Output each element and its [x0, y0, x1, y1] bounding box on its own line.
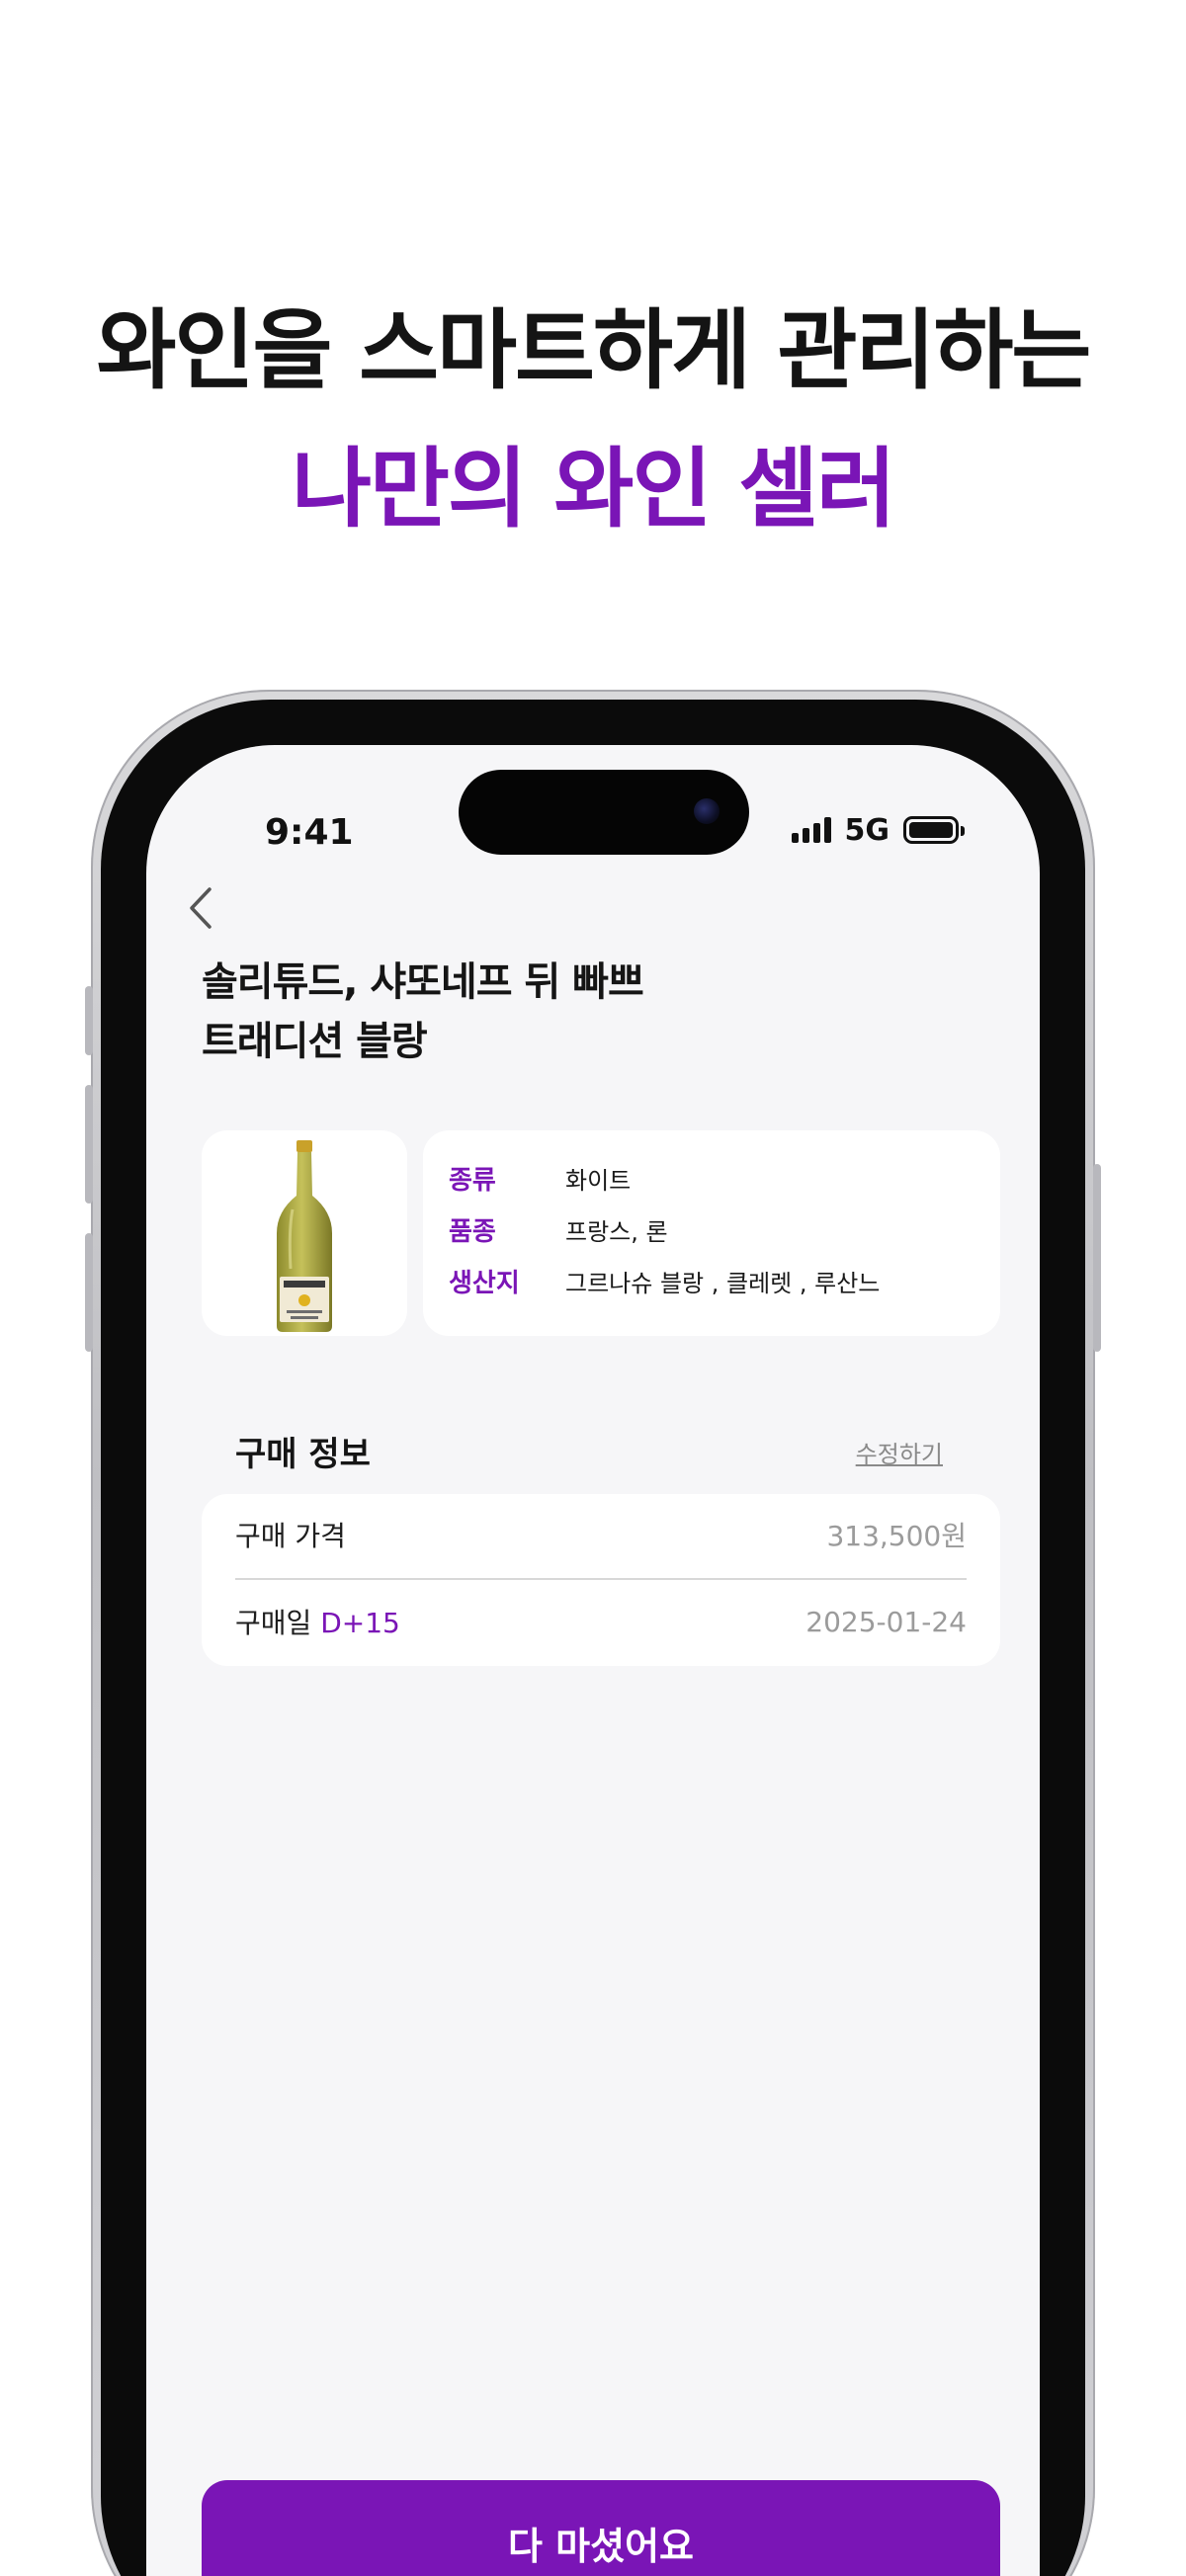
- signal-icon: [791, 817, 831, 843]
- battery-icon: [903, 816, 965, 844]
- wine-title: 솔리튜드, 샤또네프 뒤 빠쁘 트래디션 블랑: [202, 953, 893, 1071]
- wine-title-line2: 트래디션 블랑: [202, 1019, 428, 1064]
- back-button[interactable]: [180, 883, 223, 933]
- headline-line1: 와인을 스마트하게 관리하는: [96, 299, 1092, 401]
- divider: [235, 1578, 967, 1580]
- camera-icon: [694, 798, 720, 824]
- page: 와인을 스마트하게 관리하는 나만의 와인 셀러 9:41 5G 솔리튜드, 샤…: [0, 0, 1186, 2576]
- info-value: 프랑스, 론: [565, 1217, 668, 1246]
- wine-image-card: [202, 1130, 407, 1336]
- phone-screen: 9:41 5G 솔리튜드, 샤또네프 뒤 빠쁘 트래디션 블랑 종류 화이트 품…: [146, 745, 1040, 2576]
- chevron-left-icon: [190, 887, 212, 929]
- info-value: 화이트: [565, 1166, 632, 1195]
- status-icons: 5G: [791, 810, 965, 850]
- volume-down-button: [85, 1233, 93, 1352]
- power-button: [1093, 1164, 1101, 1352]
- phone-frame: 9:41 5G 솔리튜드, 샤또네프 뒤 빠쁘 트래디션 블랑 종류 화이트 품…: [85, 690, 1101, 2576]
- wine-title-line1: 솔리튜드, 샤또네프 뒤 빠쁘: [202, 959, 644, 1005]
- info-key: 생산지: [449, 1268, 520, 1298]
- info-row-variety: 품종 프랑스, 론: [449, 1209, 668, 1249]
- purchase-date-value: 2025-01-24: [805, 1605, 967, 1638]
- purchase-info-card: 구매 가격 313,500원 구매일 D+15 2025-01-24: [202, 1494, 1000, 1666]
- purchase-date-label: 구매일 D+15: [235, 1602, 400, 1641]
- info-key: 종류: [449, 1165, 496, 1196]
- network-label: 5G: [844, 812, 890, 848]
- dday-badge: D+15: [320, 1607, 400, 1639]
- edit-link[interactable]: 수정하기: [856, 1435, 943, 1469]
- dynamic-island: [459, 770, 749, 855]
- status-time: 9:41: [265, 812, 354, 853]
- info-row-origin: 생산지 그르나슈 블랑 , 클레렛 , 루산느: [449, 1261, 880, 1300]
- purchase-section-title: 구매 정보: [235, 1435, 371, 1474]
- price-row: 구매 가격 313,500원: [235, 1506, 967, 1563]
- headline: 와인을 스마트하게 관리하는 나만의 와인 셀러: [0, 287, 1186, 563]
- wine-info-card: 종류 화이트 품종 프랑스, 론 생산지 그르나슈 블랑 , 클레렛 , 루산느: [423, 1130, 1000, 1336]
- date-label-text: 구매일: [235, 1607, 312, 1639]
- info-value: 그르나슈 블랑 , 클레렛 , 루산느: [565, 1269, 881, 1297]
- wine-bottle-image: [277, 1140, 332, 1332]
- price-label: 구매 가격: [235, 1520, 346, 1552]
- info-key: 품종: [449, 1216, 496, 1247]
- purchase-date-row: 구매일 D+15 2025-01-24: [235, 1593, 967, 1650]
- price-value: 313,500원: [826, 1520, 967, 1552]
- headline-line2: 나만의 와인 셀러: [292, 438, 896, 540]
- volume-up-button: [85, 1085, 93, 1204]
- phone-bezel: 9:41 5G 솔리튜드, 샤또네프 뒤 빠쁘 트래디션 블랑 종류 화이트 품…: [101, 700, 1085, 2576]
- action-button: [85, 986, 93, 1055]
- finished-drinking-button[interactable]: 다 마셨어요: [202, 2480, 1000, 2576]
- info-row-type: 종류 화이트: [449, 1158, 631, 1198]
